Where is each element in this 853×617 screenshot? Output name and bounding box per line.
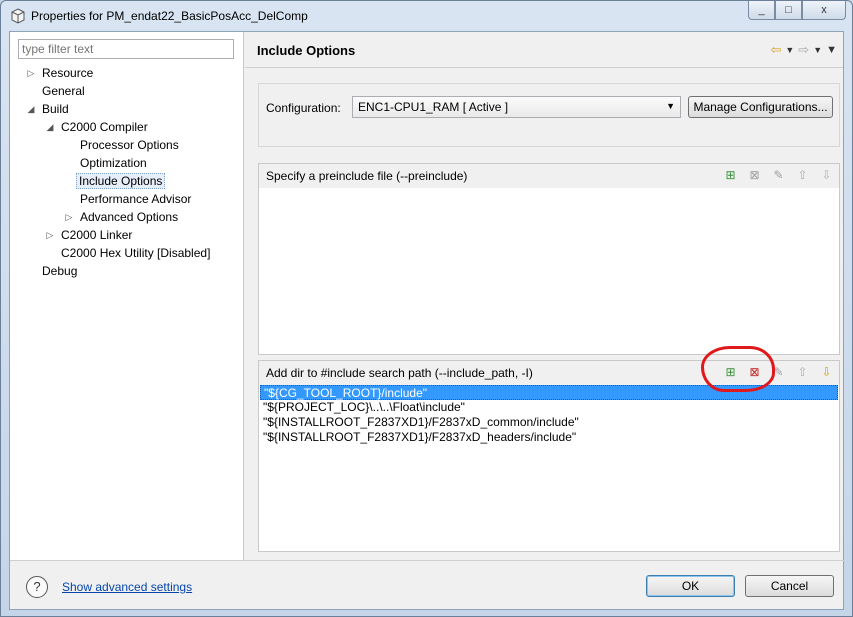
settings-pane: Include Options ⇦ ▼ ⇨ ▼ ▼ Configuration:… — [245, 32, 843, 560]
edit-icon[interactable]: ✎ — [770, 364, 787, 381]
tree-item-label: C2000 Compiler — [61, 120, 148, 134]
tree-item-resource[interactable]: ▷ Resource — [28, 64, 95, 82]
forward-menu-chevron-icon[interactable]: ▼ — [813, 45, 822, 55]
tree-item-label: Performance Advisor — [80, 192, 192, 206]
collapse-arrow-icon[interactable]: ◢ — [45, 118, 55, 136]
help-icon[interactable]: ? — [26, 576, 48, 598]
delete-icon[interactable]: ⊠ — [746, 364, 763, 381]
list-item[interactable]: "${INSTALLROOT_F2837XD1}/F2837xD_common/… — [260, 415, 838, 430]
list-item[interactable]: "${PROJECT_LOC}\..\..\Float\include" — [260, 400, 838, 415]
tree-item-label: Advanced Options — [80, 210, 179, 224]
tree-item-label: C2000 Hex Utility [Disabled] — [61, 246, 211, 260]
chevron-down-icon: ▼ — [666, 101, 675, 111]
tree-item-include-options[interactable]: Include Options — [76, 172, 166, 190]
cancel-button[interactable]: Cancel — [745, 575, 834, 597]
close-button[interactable]: x — [802, 1, 846, 20]
page-title: Include Options — [257, 43, 356, 58]
tree-item-processor-options[interactable]: Processor Options — [78, 136, 181, 154]
filter-input[interactable] — [18, 39, 234, 59]
tree-item-label: Build — [42, 102, 69, 116]
move-up-icon[interactable]: ⇧ — [794, 167, 811, 184]
expand-arrow-icon[interactable]: ▷ — [45, 226, 55, 244]
tree-item-label: Debug — [42, 264, 78, 278]
include-path-title: Add dir to #include search path (--inclu… — [266, 366, 533, 380]
tree-item-optimization[interactable]: Optimization — [78, 154, 149, 172]
minimize-button[interactable]: _ — [748, 1, 775, 20]
manage-configurations-button[interactable]: Manage Configurations... — [688, 96, 833, 118]
tree-item-label: C2000 Linker — [61, 228, 133, 242]
tree-item-c2000-compiler[interactable]: ◢ C2000 Compiler — [47, 118, 150, 136]
properties-window: Properties for PM_endat22_BasicPosAcc_De… — [0, 0, 853, 617]
include-path-panel: Add dir to #include search path (--inclu… — [258, 360, 840, 552]
add-icon[interactable]: ⊞ — [722, 167, 739, 184]
move-up-icon[interactable]: ⇧ — [794, 364, 811, 381]
tree-item-general[interactable]: General — [40, 82, 87, 100]
edit-icon[interactable]: ✎ — [770, 167, 787, 184]
navigation-pane: ▷ Resource General ◢ Build ◢ C2000 Compi… — [10, 32, 244, 560]
tree-item-label: Processor Options — [80, 138, 179, 152]
add-icon[interactable]: ⊞ — [722, 364, 739, 381]
preinclude-panel: Specify a preinclude file (--preinclude)… — [258, 163, 840, 355]
move-down-icon[interactable]: ⇩ — [818, 364, 835, 381]
forward-arrow-icon[interactable]: ⇨ — [798, 42, 809, 58]
include-path-list[interactable]: "${CG_TOOL_ROOT}/include" "${PROJECT_LOC… — [260, 385, 838, 445]
history-navigation: ⇦ ▼ ⇨ ▼ ▼ — [770, 42, 837, 58]
delete-icon[interactable]: ⊠ — [746, 167, 763, 184]
back-arrow-icon[interactable]: ⇦ — [770, 42, 781, 58]
ok-button[interactable]: OK — [646, 575, 735, 597]
configuration-group: Configuration: ENC1-CPU1_RAM [ Active ] … — [258, 83, 840, 147]
tree-item-build[interactable]: ◢ Build — [28, 100, 71, 118]
page-header: Include Options ⇦ ▼ ⇨ ▼ ▼ — [245, 32, 843, 68]
dialog-body: ▷ Resource General ◢ Build ◢ C2000 Compi… — [9, 31, 845, 611]
collapse-arrow-icon[interactable]: ◢ — [26, 100, 36, 118]
show-advanced-settings-link[interactable]: Show advanced settings — [62, 580, 192, 594]
view-menu-icon[interactable]: ▼ — [826, 44, 837, 56]
panel-header: Specify a preinclude file (--preinclude)… — [259, 164, 839, 188]
list-item[interactable]: "${INSTALLROOT_F2837XD1}/F2837xD_headers… — [260, 430, 838, 445]
app-icon — [11, 8, 25, 24]
tree-item-c2000-hex-utility[interactable]: C2000 Hex Utility [Disabled] — [59, 244, 212, 262]
title-bar[interactable]: Properties for PM_endat22_BasicPosAcc_De… — [1, 1, 852, 31]
preinclude-title: Specify a preinclude file (--preinclude) — [266, 169, 468, 183]
tree-item-c2000-linker[interactable]: ▷ C2000 Linker — [47, 226, 134, 244]
tree-item-label: Resource — [42, 66, 94, 80]
button-bar: ? Show advanced settings OK Cancel — [10, 560, 845, 611]
include-path-toolbar: ⊞ ⊠ ✎ ⇧ ⇩ — [722, 364, 835, 381]
window-title: Properties for PM_endat22_BasicPosAcc_De… — [31, 9, 308, 23]
panel-header: Add dir to #include search path (--inclu… — [259, 361, 839, 385]
move-down-icon[interactable]: ⇩ — [818, 167, 835, 184]
configuration-label: Configuration: — [266, 101, 341, 115]
tree-item-performance-advisor[interactable]: Performance Advisor — [78, 190, 193, 208]
maximize-button[interactable]: □ — [775, 1, 802, 20]
tree-item-debug[interactable]: Debug — [40, 262, 79, 280]
tree-item-advanced-options[interactable]: ▷ Advanced Options — [66, 208, 180, 226]
window-controls: _ □ x — [748, 1, 846, 20]
tree-item-label: Include Options — [76, 173, 166, 189]
configuration-value: ENC1-CPU1_RAM [ Active ] — [358, 100, 509, 114]
tree-item-label: Optimization — [80, 156, 147, 170]
preinclude-toolbar: ⊞ ⊠ ✎ ⇧ ⇩ — [722, 167, 835, 184]
list-item[interactable]: "${CG_TOOL_ROOT}/include" — [260, 385, 838, 400]
tree-item-label: General — [42, 84, 85, 98]
expand-arrow-icon[interactable]: ▷ — [64, 208, 74, 226]
expand-arrow-icon[interactable]: ▷ — [26, 64, 36, 82]
configuration-select[interactable]: ENC1-CPU1_RAM [ Active ] ▼ — [352, 96, 681, 118]
back-menu-chevron-icon[interactable]: ▼ — [785, 45, 794, 55]
